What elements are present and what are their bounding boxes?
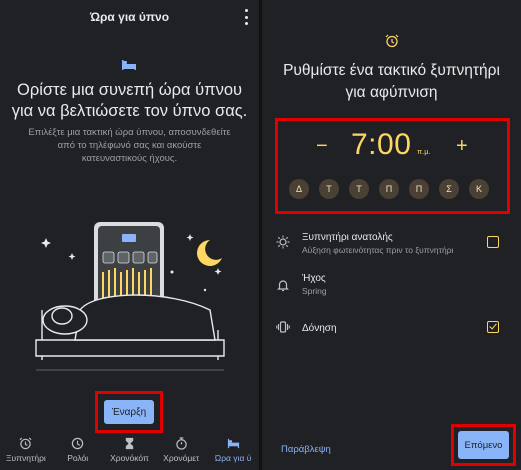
bed-icon bbox=[227, 438, 239, 449]
start-button[interactable]: Έναρξη bbox=[104, 400, 154, 424]
description: Επιλέξτε μια τακτική ώρα ύπνου, αποσυνδε… bbox=[18, 126, 241, 165]
day-toggle-wednesday[interactable]: Τ bbox=[349, 179, 369, 199]
bed-icon bbox=[122, 60, 136, 70]
sunrise-alarm-checkbox[interactable] bbox=[487, 236, 499, 248]
brightness-icon bbox=[276, 235, 290, 249]
hourglass-icon bbox=[125, 437, 134, 450]
page-title: Ώρα για ύπνο bbox=[89, 10, 170, 24]
alarm-time[interactable]: 7:00 bbox=[351, 128, 411, 162]
skip-button[interactable]: Παράβλεψη bbox=[281, 444, 331, 455]
description-line: από το τηλέφωνό σας και ακούστε bbox=[57, 140, 202, 151]
stopwatch-icon bbox=[176, 437, 187, 450]
sunrise-alarm-title: Ξυπνητήρι ανατολής bbox=[302, 232, 393, 243]
nav-item-stopwatch[interactable]: Χρονόμετ bbox=[155, 434, 207, 470]
day-selector: Δ Τ Τ Π Π Σ Κ bbox=[289, 179, 489, 199]
next-button[interactable]: Επόμενο bbox=[458, 431, 509, 459]
sleep-illustration bbox=[35, 222, 225, 371]
start-highlight: Έναρξη bbox=[95, 391, 163, 433]
day-toggle-friday[interactable]: Π bbox=[409, 179, 429, 199]
sunrise-alarm-row[interactable]: Ξυπνητήρι ανατολής Αύξηση φωτεινότητας π… bbox=[262, 229, 521, 259]
headline-line: Ορίστε μια συνεπή ώρα ύπνου bbox=[16, 81, 243, 99]
headline-line: για να βελτιώσετε τον ύπνο σας. bbox=[11, 102, 248, 120]
sound-title: Ήχος bbox=[302, 273, 326, 284]
vibration-row[interactable]: Δόνηση bbox=[262, 317, 521, 339]
nav-label: Ρολόι bbox=[67, 453, 89, 463]
headline-line: Ρυθμίστε ένα τακτικό ξυπνητήρι bbox=[283, 62, 500, 79]
nav-item-clock[interactable]: Ρολόι bbox=[52, 434, 104, 470]
app-bar: Ώρα για ύπνο bbox=[0, 0, 259, 34]
nav-label: Ξυπνητήρι bbox=[5, 453, 46, 463]
clock-icon bbox=[71, 437, 84, 450]
day-toggle-monday[interactable]: Δ bbox=[289, 179, 309, 199]
sound-value: Spring bbox=[302, 286, 327, 296]
nav-item-alarm[interactable]: Ξυπνητήρι bbox=[0, 434, 52, 470]
sunrise-alarm-subtitle: Αύξηση φωτεινότητας πριν το ξυπνητήρι bbox=[302, 245, 454, 255]
wakeup-alarm-setup-screen: Ρυθμίστε ένα τακτικό ξυπνητήρι για αφύπν… bbox=[262, 0, 521, 470]
day-toggle-sunday[interactable]: Κ bbox=[469, 179, 489, 199]
day-toggle-tuesday[interactable]: Τ bbox=[319, 179, 339, 199]
day-toggle-saturday[interactable]: Σ bbox=[439, 179, 459, 199]
description-line: κατευναστικούς ήχους. bbox=[81, 153, 178, 164]
moon-icon bbox=[197, 240, 222, 266]
headline-line: για αφύπνιση bbox=[345, 84, 438, 101]
bell-icon bbox=[277, 280, 289, 292]
nav-label: Ώρα για ύ bbox=[214, 453, 252, 463]
decrease-time-button[interactable]: − bbox=[316, 135, 328, 158]
more-options-icon[interactable] bbox=[243, 9, 249, 25]
nav-label: Χρονόκόπ bbox=[110, 453, 149, 463]
nav-label: Χρονόμετ bbox=[163, 453, 200, 463]
alarm-icon bbox=[19, 437, 32, 450]
vibration-title: Δόνηση bbox=[302, 323, 337, 334]
increase-time-button[interactable]: + bbox=[456, 135, 468, 158]
sound-row[interactable]: Ήχος Spring bbox=[262, 270, 521, 300]
alarm-icon bbox=[385, 34, 399, 48]
headline: Ορίστε μια συνεπή ώρα ύπνου για να βελτι… bbox=[10, 80, 249, 122]
bedtime-intro-screen: Ώρα για ύπνο Ορίστε μια συνεπή ώρα ύπνου… bbox=[0, 0, 259, 470]
nav-item-bedtime[interactable]: Ώρα για ύ bbox=[207, 434, 259, 470]
day-toggle-thursday[interactable]: Π bbox=[379, 179, 399, 199]
vibration-checkbox[interactable] bbox=[487, 321, 499, 333]
bottom-navigation: Ξυπνητήρι Ρολόι Χρονόκόπ Χρονόμετ Ώρα γι… bbox=[0, 434, 259, 470]
vibration-icon bbox=[276, 321, 290, 333]
headline: Ρυθμίστε ένα τακτικό ξυπνητήρι για αφύπν… bbox=[270, 60, 513, 104]
time-picker-highlight: − 7:00 π.μ. + Δ Τ Τ Π Π Σ Κ bbox=[275, 118, 510, 214]
am-pm-label: π.μ. bbox=[417, 147, 431, 156]
description-line: Επιλέξτε μια τακτική ώρα ύπνου, αποσυνδε… bbox=[28, 127, 231, 138]
nav-item-timer[interactable]: Χρονόκόπ bbox=[104, 434, 156, 470]
next-highlight: Επόμενο bbox=[451, 424, 516, 466]
